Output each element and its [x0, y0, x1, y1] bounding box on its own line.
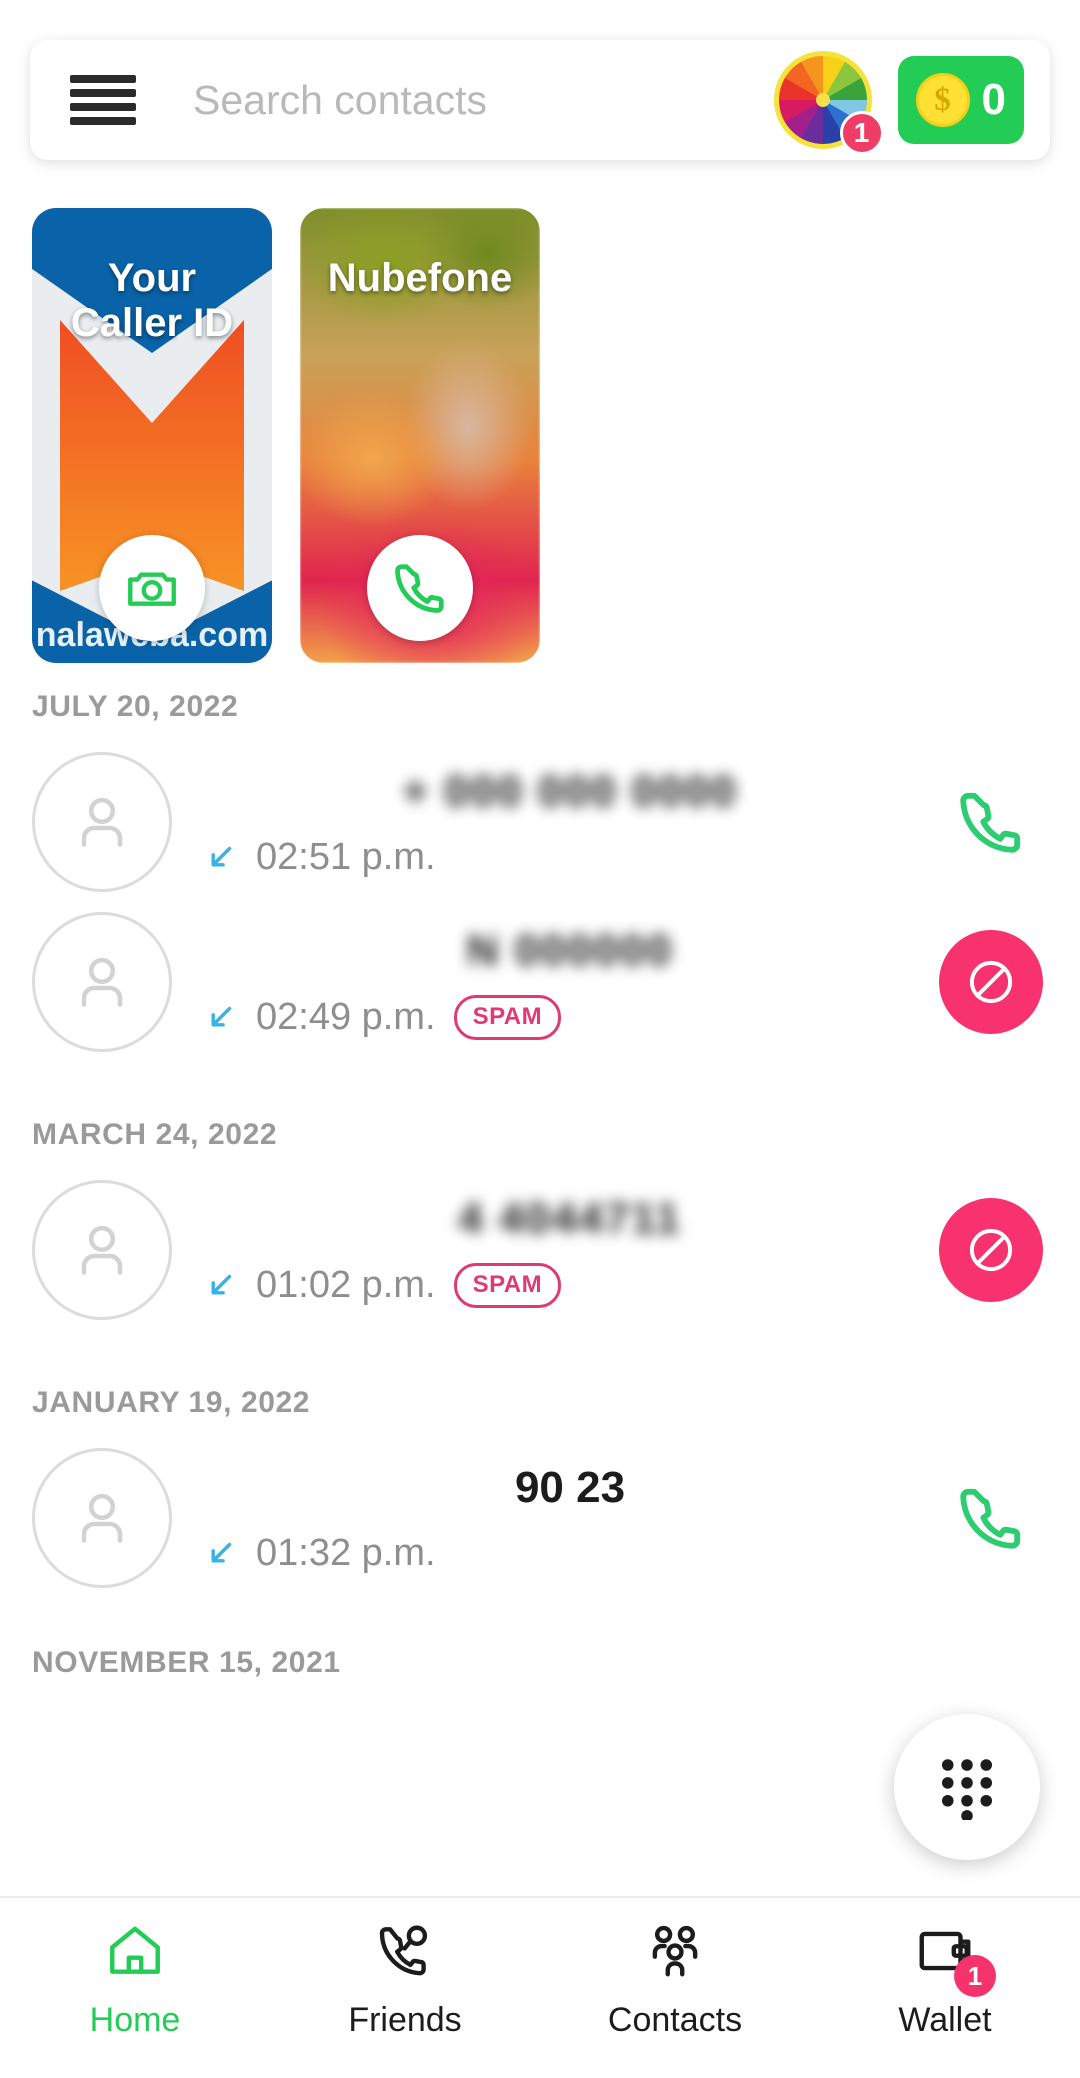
incoming-call-arrow-icon: [211, 1006, 232, 1027]
camera-icon: [128, 572, 176, 606]
dialpad-icon: [941, 1759, 993, 1820]
block-icon: [969, 1228, 1013, 1272]
incoming-call-arrow-icon: [211, 1274, 232, 1295]
nav-item-contacts[interactable]: Contacts: [540, 1920, 810, 2040]
call-log-date-header: JANUARY 19, 2022: [32, 1386, 311, 1419]
hamburger-line: [70, 89, 136, 97]
call-log-list: JULY 20, 2022 + 000 000 0000 02:51 p.m.: [0, 690, 1080, 1698]
call-meta: 01:32 p.m.: [204, 1532, 936, 1575]
nav-icon-wrap: 1: [912, 1920, 996, 1997]
card-title: Nubefone: [300, 256, 540, 301]
block-button-circle: [939, 1198, 1043, 1302]
search-bar: 1 $ 0: [30, 40, 1050, 160]
block-button[interactable]: [936, 1198, 1046, 1302]
nav-label: Home: [89, 2001, 181, 2039]
card-title: Your Caller ID: [32, 256, 272, 346]
call-time: 01:32 p.m.: [256, 1531, 436, 1574]
nav-label: Friends: [348, 2001, 462, 2039]
call-back-button[interactable]: [936, 785, 1046, 859]
coin-count: 0: [981, 75, 1006, 124]
hamburger-menu-icon[interactable]: [70, 75, 136, 125]
call-info: + 000 000 0000 02:51 p.m.: [204, 766, 936, 879]
card-title-line-2: Caller ID: [70, 300, 234, 345]
call-time: 02:51 p.m.: [256, 835, 436, 878]
spin-wheel-badge: 1: [839, 111, 884, 155]
person-icon: [81, 957, 123, 1007]
hamburger-line: [70, 103, 136, 111]
call-log-row[interactable]: N 000000 02:49 p.m. SPAM: [0, 902, 1080, 1062]
avatar: [32, 1180, 172, 1320]
nav-item-home[interactable]: Home: [0, 1920, 270, 2040]
card-title-line-1: Your: [107, 256, 197, 300]
block-button-circle: [939, 930, 1043, 1034]
nav-icon-wrap: [372, 1920, 438, 1987]
person-icon: [81, 1225, 123, 1275]
call-log-row[interactable]: 90 23 01:32 p.m.: [0, 1438, 1080, 1598]
call-log-row[interactable]: 4 4044711 01:02 p.m. SPAM: [0, 1170, 1080, 1330]
card-title-line-1: Nubefone: [327, 256, 513, 300]
dollar-coin-icon: $: [915, 73, 970, 127]
nav-icon-wrap: [102, 1920, 168, 1987]
call-button[interactable]: [367, 535, 473, 641]
coin-balance-button[interactable]: $ 0: [897, 56, 1024, 144]
block-button[interactable]: [936, 930, 1046, 1034]
spam-badge: SPAM: [453, 1262, 562, 1308]
call-number: + 000 000 0000: [402, 766, 738, 816]
avatar: [32, 1448, 172, 1588]
home-icon: [110, 1926, 160, 1974]
nubefone-card[interactable]: Nubefone: [300, 208, 540, 663]
call-log-date-header: NOVEMBER 15, 2021: [32, 1646, 341, 1679]
nav-item-wallet[interactable]: 1 Wallet: [810, 1920, 1080, 2040]
search-input[interactable]: [193, 76, 774, 124]
spin-wheel-button[interactable]: 1: [773, 51, 884, 155]
incoming-call-arrow-icon: [211, 1542, 232, 1563]
phone-call-icon: [960, 1488, 1021, 1549]
friends-call-icon: [379, 1925, 428, 1976]
call-time: 01:02 p.m.: [256, 1263, 436, 1306]
call-meta: 01:02 p.m. SPAM: [204, 1262, 936, 1308]
nav-item-friends[interactable]: Friends: [270, 1920, 540, 2040]
spam-badge: SPAM: [453, 994, 562, 1040]
avatar: [32, 912, 172, 1052]
call-log-date-header: JULY 20, 2022: [32, 690, 239, 723]
incoming-call-arrow-icon: [211, 846, 232, 867]
contacts-group-icon: [652, 1925, 698, 1977]
call-log-row[interactable]: + 000 000 0000 02:51 p.m.: [0, 742, 1080, 902]
block-icon: [969, 960, 1013, 1004]
phone-icon: [395, 564, 444, 613]
call-meta: 02:51 p.m.: [204, 836, 936, 879]
call-time: 02:49 p.m.: [256, 995, 436, 1038]
call-number: N 000000: [466, 925, 674, 975]
call-number: 4 4044711: [458, 1193, 682, 1243]
nav-label: Contacts: [607, 2001, 743, 2039]
call-back-button[interactable]: [936, 1481, 1046, 1555]
hamburger-line: [70, 75, 136, 83]
person-icon: [81, 1493, 123, 1543]
camera-button[interactable]: [99, 535, 205, 641]
hamburger-line: [70, 117, 136, 125]
bottom-navigation: Home Friends Contacts 1 Wallet: [0, 1896, 1080, 2078]
story-cards: nalaweba.com Your Caller ID Nubefone: [32, 208, 540, 663]
call-number: 90 23: [514, 1462, 626, 1512]
call-meta: 02:49 p.m. SPAM: [204, 994, 936, 1040]
nav-label: Wallet: [898, 2001, 992, 2039]
call-log-date-header: MARCH 24, 2022: [32, 1118, 278, 1151]
call-info: 90 23 01:32 p.m.: [204, 1462, 936, 1575]
person-icon: [81, 797, 123, 847]
app-screen: 1 $ 0 nalaweba.com Your Caller ID: [0, 0, 1080, 2078]
caller-id-card[interactable]: nalaweba.com Your Caller ID: [32, 208, 272, 663]
wallet-badge: 1: [954, 1955, 996, 1997]
nav-icon-wrap: [642, 1920, 708, 1987]
avatar: [32, 752, 172, 892]
phone-call-icon: [960, 792, 1021, 853]
call-info: 4 4044711 01:02 p.m. SPAM: [204, 1193, 936, 1308]
call-info: N 000000 02:49 p.m. SPAM: [204, 925, 936, 1040]
dialpad-button[interactable]: [894, 1714, 1040, 1860]
